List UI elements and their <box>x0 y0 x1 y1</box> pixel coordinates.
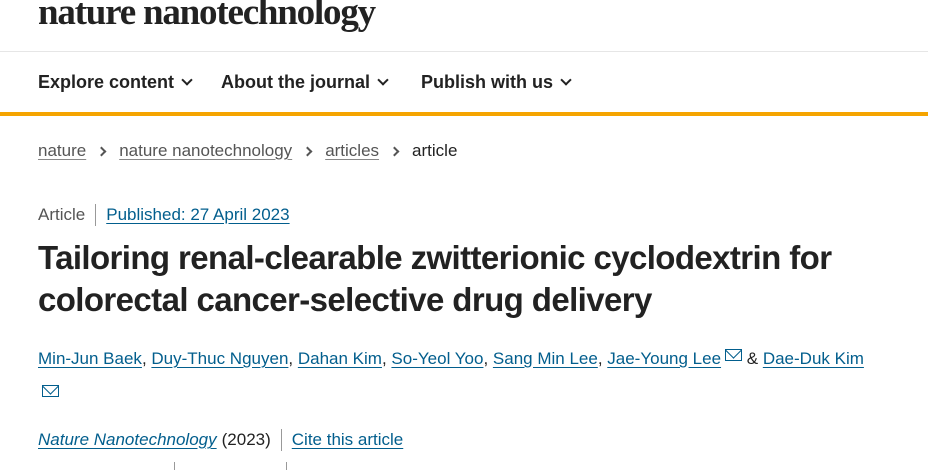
breadcrumb-nature[interactable]: nature <box>38 141 86 161</box>
nav-item-label: Explore content <box>38 72 175 92</box>
author-link[interactable]: Duy-Thuc Nguyen <box>151 349 288 368</box>
breadcrumb: nature nature nanotechnology articles ar… <box>38 141 457 161</box>
nav-about-journal[interactable]: About the journal <box>221 52 389 112</box>
journal-link[interactable]: Nature Nanotechnology <box>38 430 217 450</box>
breadcrumb-articles[interactable]: articles <box>325 141 379 161</box>
author-separator: , <box>381 349 392 368</box>
breadcrumb-nature-nanotechnology[interactable]: nature nanotechnology <box>119 141 292 161</box>
divider <box>280 429 282 451</box>
author-link[interactable]: Dae-Duk Kim <box>763 349 864 368</box>
metrics-row-partial <box>38 462 438 470</box>
masthead: nature nanotechnology <box>0 0 928 52</box>
author-link[interactable]: Dahan Kim <box>298 349 382 368</box>
journal-logo[interactable]: nature nanotechnology <box>38 0 376 34</box>
published-date-link[interactable]: Published: 27 April 2023 <box>106 205 289 225</box>
cite-article-link[interactable]: Cite this article <box>292 430 403 450</box>
chevron-right-icon <box>96 146 107 156</box>
chevron-down-icon <box>377 74 389 86</box>
nav-publish-with-us[interactable]: Publish with us <box>421 52 572 112</box>
envelope-icon[interactable] <box>42 385 59 397</box>
author-list: Min-Jun Baek, Duy-Thuc Nguyen, Dahan Kim… <box>38 341 878 413</box>
author-link[interactable]: So-Yeol Yoo <box>391 349 483 368</box>
article-title: Tailoring renal-clearable zwitterionic c… <box>38 239 832 318</box>
author-separator: , <box>288 349 298 368</box>
breadcrumb-current: article <box>412 141 458 160</box>
chevron-down-icon <box>181 74 193 86</box>
citation-year: (2023) <box>221 430 271 449</box>
author-separator: , <box>483 349 493 368</box>
nav-item-label: Publish with us <box>421 72 554 92</box>
author-link[interactable]: Sang Min Lee <box>493 349 598 368</box>
author-link[interactable]: Min-Jun Baek <box>38 349 142 368</box>
chevron-right-icon <box>389 146 400 156</box>
article-type: Article <box>38 205 86 224</box>
author-separator: , <box>141 349 152 368</box>
author-separator: , <box>597 349 608 368</box>
main-nav: Explore content About the journal Publis… <box>0 52 928 116</box>
envelope-icon[interactable] <box>725 349 743 361</box>
nav-explore-content[interactable]: Explore content <box>38 52 193 112</box>
citation-row: Nature Nanotechnology (2023) Cite this a… <box>38 429 403 451</box>
author-link[interactable]: Jae-Young Lee <box>607 349 721 368</box>
chevron-right-icon <box>302 146 313 156</box>
author-and: & <box>742 349 763 368</box>
divider <box>286 462 287 470</box>
article-meta: Article Published: 27 April 2023 <box>38 204 290 226</box>
chevron-down-icon <box>560 74 572 86</box>
nav-item-label: About the journal <box>221 72 370 92</box>
divider <box>174 462 175 470</box>
divider <box>95 204 97 226</box>
